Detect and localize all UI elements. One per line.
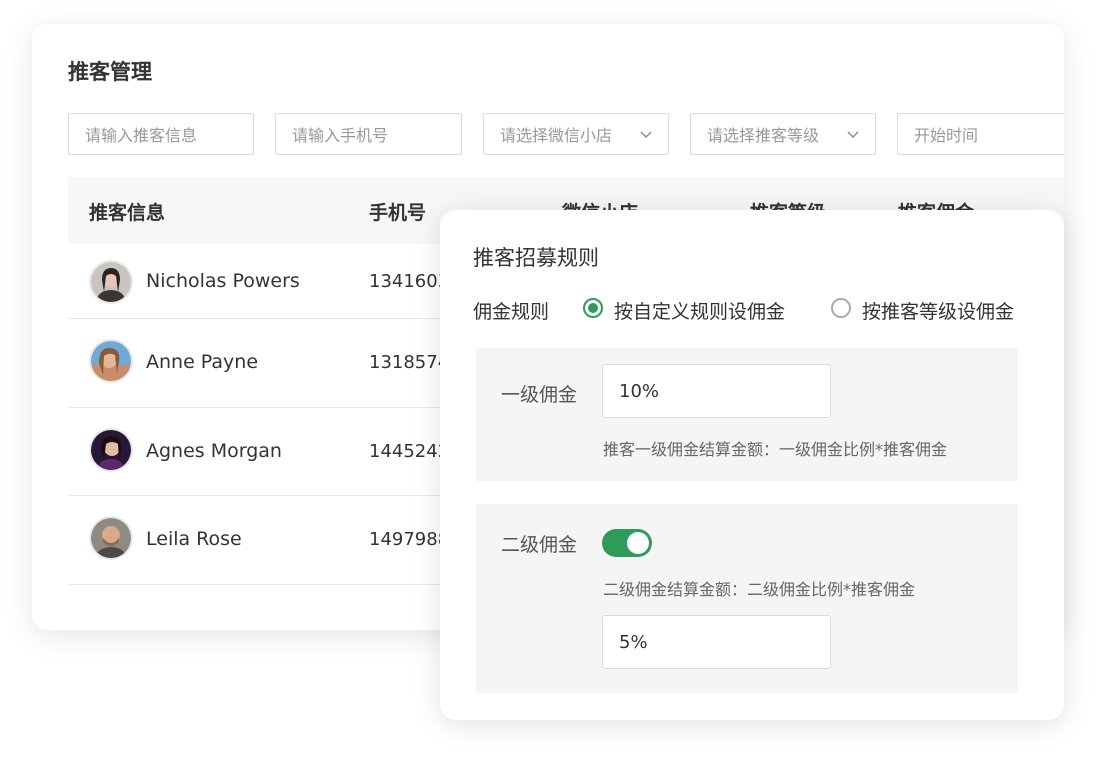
level-rule-radio[interactable] xyxy=(831,298,851,318)
level1-commission-label: 一级佣金 xyxy=(501,384,578,406)
referrer-name: Agnes Morgan xyxy=(146,440,282,462)
referrer-phone: 1341603 xyxy=(369,271,450,292)
level-rule-option-label[interactable]: 按推客等级设佣金 xyxy=(862,297,1014,324)
level2-commission-section: 二级佣金 二级佣金结算金额：二级佣金比例*推客佣金 5% xyxy=(476,504,1018,693)
referrer-name: Anne Payne xyxy=(146,351,259,373)
commission-rule-label: 佣金规则 xyxy=(473,301,550,323)
referrer-info-input[interactable]: 请输入推客信息 xyxy=(68,113,254,155)
toggle-knob xyxy=(627,532,649,554)
referrer-level-select[interactable]: 请选择推客等级 xyxy=(690,113,876,155)
phone-placeholder: 请输入手机号 xyxy=(292,126,389,145)
panel-title: 推客招募规则 xyxy=(473,246,599,270)
avatar xyxy=(89,428,133,472)
avatar xyxy=(89,516,133,560)
chevron-down-icon xyxy=(640,131,652,138)
wechat-shop-placeholder: 请选择微信小店 xyxy=(500,126,613,145)
level2-commission-hint: 二级佣金结算金额：二级佣金比例*推客佣金 xyxy=(603,580,916,599)
start-time-input[interactable]: 开始时间 xyxy=(897,113,1064,155)
avatar xyxy=(89,339,133,383)
referrer-phone: 1497988 xyxy=(369,529,450,550)
level2-commission-input[interactable]: 5% xyxy=(602,615,831,669)
level1-commission-value: 10% xyxy=(619,380,660,402)
referrer-name: Leila Rose xyxy=(146,528,242,550)
level1-commission-input[interactable]: 10% xyxy=(602,364,831,418)
level1-commission-hint: 推客一级佣金结算金额：一级佣金比例*推客佣金 xyxy=(603,440,948,459)
referrer-phone: 1318574 xyxy=(369,352,450,373)
referrer-phone: 1445242 xyxy=(369,441,450,462)
wechat-shop-select[interactable]: 请选择微信小店 xyxy=(483,113,669,155)
page-title: 推客管理 xyxy=(68,60,152,84)
column-header-phone: 手机号 xyxy=(369,202,427,224)
level2-commission-label: 二级佣金 xyxy=(501,534,578,556)
level2-commission-toggle[interactable] xyxy=(602,529,652,557)
chevron-down-icon xyxy=(847,131,859,138)
level2-commission-value: 5% xyxy=(619,631,648,653)
phone-input[interactable]: 请输入手机号 xyxy=(275,113,462,155)
start-time-placeholder: 开始时间 xyxy=(914,126,979,145)
referrer-level-placeholder: 请选择推客等级 xyxy=(707,126,820,145)
referrer-name: Nicholas Powers xyxy=(146,270,300,292)
custom-rule-option-label[interactable]: 按自定义规则设佣金 xyxy=(614,297,785,324)
level1-commission-section: 一级佣金 10% 推客一级佣金结算金额：一级佣金比例*推客佣金 xyxy=(476,348,1018,481)
avatar xyxy=(89,260,133,304)
recruitment-rules-panel: 推客招募规则 佣金规则 按自定义规则设佣金 按推客等级设佣金 一级佣金 10% … xyxy=(440,210,1064,720)
custom-rule-radio[interactable] xyxy=(583,298,603,318)
column-header-info: 推客信息 xyxy=(89,202,166,224)
referrer-info-placeholder: 请输入推客信息 xyxy=(85,126,198,145)
